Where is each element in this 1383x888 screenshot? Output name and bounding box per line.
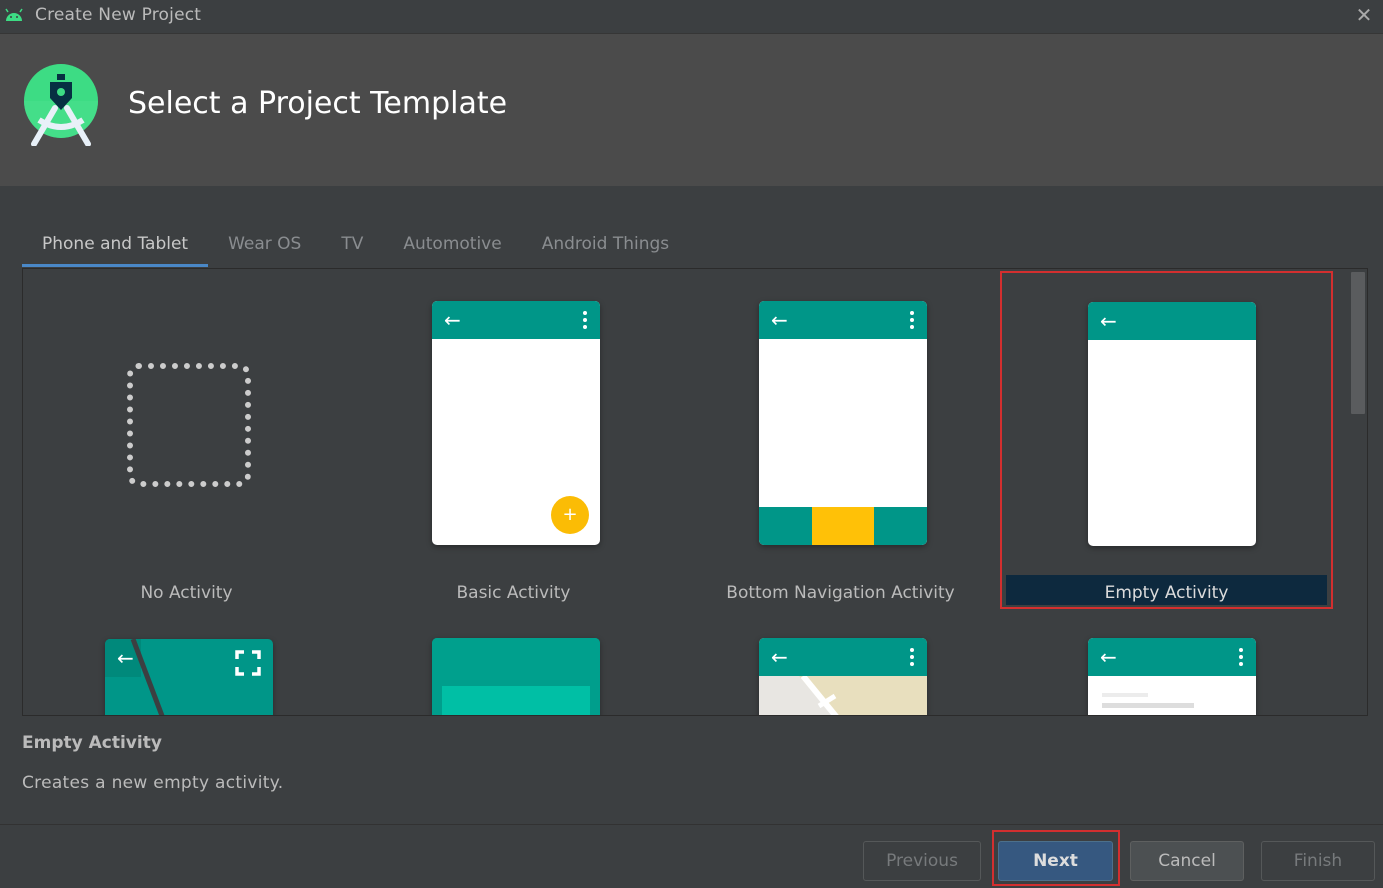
template-gallery: No Activity ← + Basic Activity ← Bottom … [22,269,1368,716]
title-bar: Create New Project ✕ [0,0,1383,33]
android-studio-logo-icon [24,64,98,146]
form-factor-tabs: Phone and Tablet Wear OS TV Automotive A… [22,225,689,269]
template-label: Bottom Navigation Activity [726,583,955,603]
empty-dashed-box-icon [127,363,251,487]
tab-wear-os[interactable]: Wear OS [208,225,321,267]
tab-phone-and-tablet[interactable]: Phone and Tablet [22,225,209,267]
back-arrow-icon: ← [1100,309,1117,333]
header-banner: Select a Project Template [0,33,1383,186]
close-icon[interactable]: ✕ [1353,4,1375,26]
android-icon [5,8,23,21]
bottom-nav-selected-item [812,507,874,545]
app-bar: ← [432,301,600,339]
overflow-menu-icon [910,311,914,329]
template-card-admob-activity[interactable] [350,606,677,715]
page-title: Select a Project Template [128,86,508,121]
map-preview [759,676,839,715]
template-label: No Activity [140,583,233,603]
gallery-scrollbar[interactable] [1351,272,1365,414]
form-line [1102,703,1194,708]
overflow-menu-icon [1239,648,1243,666]
template-card-maps-activity[interactable]: ← [677,606,1004,715]
phone-preview: ← [1088,638,1256,715]
selected-template-name: Empty Activity [22,733,162,753]
app-bar: ← [759,638,927,676]
bottom-navigation-bar [759,507,927,545]
phone-preview: ← [105,639,273,715]
template-card-fullscreen-activity[interactable]: ← [23,606,350,715]
next-button[interactable]: Next [998,841,1113,881]
app-bar: ← [1088,302,1256,340]
phone-preview: ← [759,638,927,715]
back-arrow-icon: ← [771,308,788,332]
app-bar: ← [759,301,927,339]
form-line [1102,693,1148,697]
previous-button[interactable]: Previous [863,841,981,881]
fab-plus-icon: + [551,496,589,534]
phone-preview: ← + [432,301,600,545]
back-arrow-icon: ← [771,645,788,669]
footer-divider [0,824,1383,825]
window-title: Create New Project [35,5,202,25]
phone-preview: ← [759,301,927,545]
overflow-menu-icon [583,311,587,329]
back-arrow-icon: ← [1100,645,1117,669]
app-bar: ← [1088,638,1256,676]
template-card-login-activity[interactable]: ← [1000,606,1327,715]
template-card-no-activity[interactable]: No Activity [23,269,350,609]
back-arrow-icon: ← [444,308,461,332]
tab-tv[interactable]: TV [321,225,383,267]
phone-preview [432,638,600,715]
selected-template-description: Creates a new empty activity. [22,773,284,793]
finish-button[interactable]: Finish [1261,841,1375,881]
overflow-menu-icon [910,648,914,666]
template-card-basic-activity[interactable]: ← + Basic Activity [350,269,677,609]
tab-android-things[interactable]: Android Things [522,225,689,267]
phone-preview: ← [1088,302,1256,546]
cancel-button[interactable]: Cancel [1130,841,1244,881]
template-label: Empty Activity [1104,583,1229,603]
template-card-empty-activity[interactable]: ← Empty Activity [1000,271,1333,609]
tab-automotive[interactable]: Automotive [383,225,521,267]
fullscreen-icon [235,650,261,676]
template-card-bottom-navigation-activity[interactable]: ← Bottom Navigation Activity [677,269,1004,609]
ad-banner [442,686,590,715]
template-description: Empty Activity Creates a new empty activ… [22,733,283,793]
template-label: Basic Activity [456,583,571,603]
